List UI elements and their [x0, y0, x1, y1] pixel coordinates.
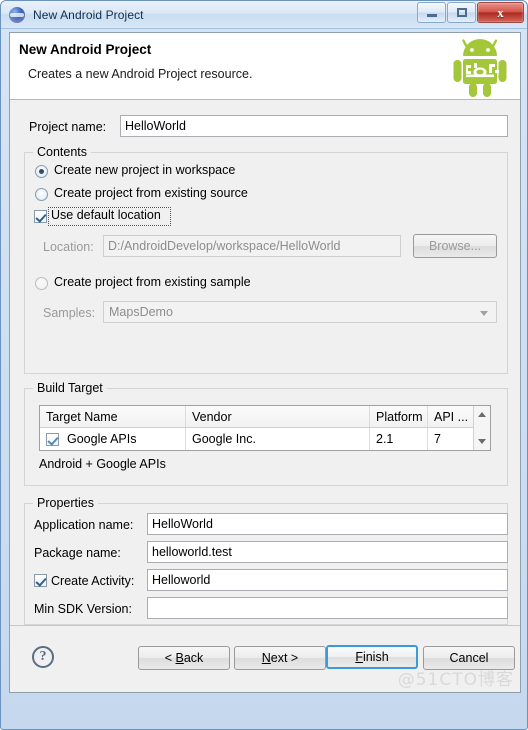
contents-group-title: Contents: [33, 145, 92, 159]
dialog-sheet: New Android Project Creates a new Androi…: [9, 32, 521, 693]
watermark: @51CTO博客: [397, 670, 514, 690]
location-label: Location:: [43, 240, 94, 254]
close-button[interactable]: x: [477, 2, 524, 23]
radio-create-from-existing-sample-label: Create project from existing sample: [54, 275, 251, 289]
checkbox-use-default-location[interactable]: [34, 210, 47, 223]
samples-select[interactable]: MapsDemo: [103, 301, 497, 323]
cell-target-name: Google APIs: [67, 432, 137, 446]
min-sdk-version-input[interactable]: [147, 597, 508, 619]
cell-api: 7: [434, 432, 441, 446]
radio-create-from-existing-sample[interactable]: [35, 277, 48, 290]
eclipse-sphere-icon: [9, 6, 25, 23]
wizard-header: New Android Project Creates a new Androi…: [10, 33, 520, 100]
checkbox-use-default-location-label: Use default location: [51, 208, 161, 222]
application-name-input[interactable]: HelloWorld: [147, 513, 508, 535]
scroll-up-button[interactable]: [474, 406, 490, 423]
samples-select-value: MapsDemo: [109, 305, 173, 319]
page-subtitle: Creates a new Android Project resource.: [28, 67, 253, 81]
dialog-window: New Android Project x New Android Projec…: [0, 0, 528, 730]
build-target-note: Android + Google APIs: [39, 457, 166, 471]
package-name-label: Package name:: [34, 546, 121, 560]
page-title: New Android Project: [19, 42, 152, 57]
radio-create-from-existing-source[interactable]: [35, 188, 48, 201]
radio-create-new-project-label: Create new project in workspace: [54, 163, 236, 177]
build-target-table[interactable]: Target Name Vendor Platform API ... Goog…: [39, 405, 491, 451]
radio-create-new-project[interactable]: [35, 165, 48, 178]
column-header-target-name[interactable]: Target Name: [40, 406, 186, 427]
help-icon[interactable]: ?: [32, 646, 54, 668]
column-header-platform[interactable]: Platform: [370, 406, 428, 427]
location-input[interactable]: D:/AndroidDevelop/workspace/HelloWorld: [103, 235, 401, 257]
build-target-group-title: Build Target: [33, 381, 107, 395]
project-name-label: Project name:: [29, 120, 107, 134]
minimize-button[interactable]: [417, 2, 446, 23]
window-title: New Android Project: [33, 7, 144, 22]
samples-label: Samples:: [43, 306, 96, 320]
table-row[interactable]: Google APIs Google Inc. 2.1 7: [40, 428, 490, 450]
checkbox-create-activity[interactable]: [34, 574, 47, 587]
minimize-icon: [426, 14, 437, 17]
maximize-button[interactable]: [447, 2, 476, 23]
triangle-down-icon: [478, 439, 486, 444]
scroll-down-button[interactable]: [474, 433, 490, 450]
column-header-vendor[interactable]: Vendor: [186, 406, 370, 427]
package-name-input[interactable]: helloworld.test: [147, 541, 508, 563]
back-button[interactable]: < Back: [138, 646, 230, 670]
android-robot-icon: [453, 39, 507, 97]
column-header-api[interactable]: API ...: [428, 406, 476, 427]
cell-platform: 2.1: [370, 428, 428, 450]
project-name-input[interactable]: HelloWorld: [120, 115, 508, 137]
radio-create-from-existing-source-label: Create project from existing source: [54, 186, 248, 200]
chevron-down-icon: [480, 311, 488, 316]
window-controls: x: [417, 2, 524, 23]
min-sdk-version-label: Min SDK Version:: [34, 602, 132, 616]
create-activity-input[interactable]: Helloworld: [147, 569, 508, 591]
wizard-content: Project name: HelloWorld Contents Create…: [10, 100, 520, 626]
next-button[interactable]: Next >: [234, 646, 326, 670]
browse-button[interactable]: Browse...: [413, 234, 497, 258]
table-header-row: Target Name Vendor Platform API ...: [40, 406, 490, 428]
maximize-icon: [456, 8, 467, 17]
wizard-footer: ? < Back Next > Finish Cancel @51CTO博客: [10, 625, 520, 692]
application-name-label: Application name:: [34, 518, 134, 532]
table-scrollbar[interactable]: [473, 406, 490, 450]
properties-group-title: Properties: [33, 496, 98, 510]
triangle-up-icon: [478, 412, 486, 417]
close-icon: x: [497, 4, 504, 20]
cell-vendor: Google Inc.: [186, 428, 370, 450]
row-checkbox[interactable]: [46, 432, 59, 446]
title-bar: New Android Project x: [1, 1, 527, 29]
create-activity-label: Create Activity:: [51, 574, 135, 588]
